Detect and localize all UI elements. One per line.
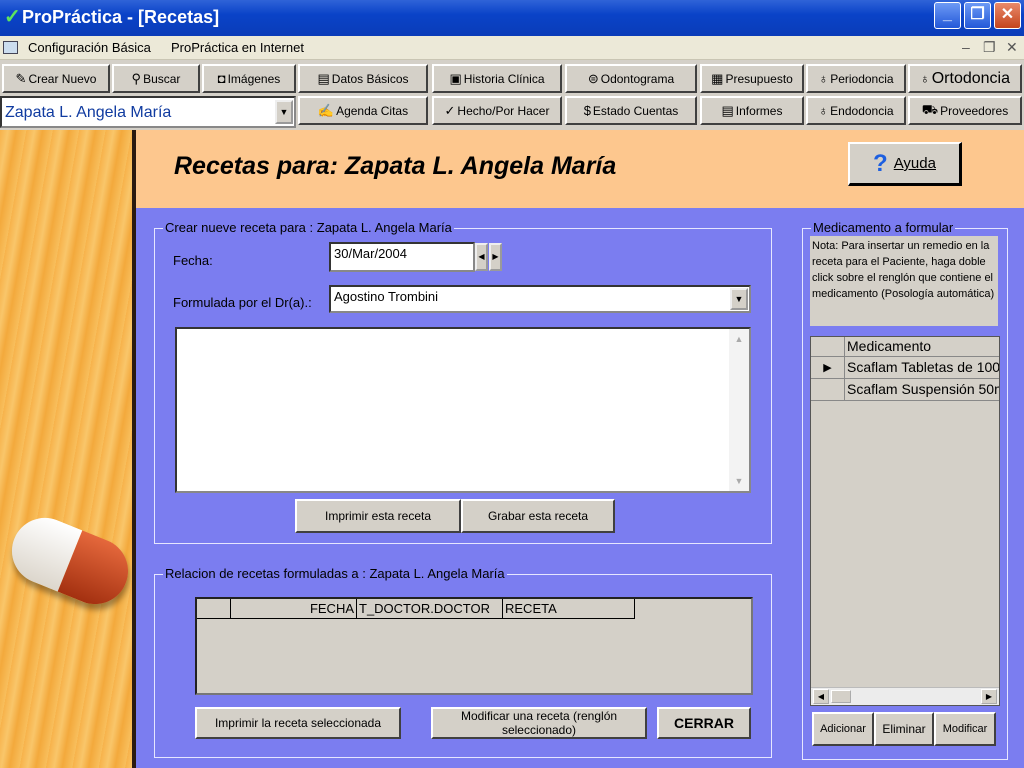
fecha-label: Fecha: xyxy=(173,253,213,268)
title-bar: ✓ ProPráctica - [Recetas] _ ❐ ✕ xyxy=(0,0,1024,36)
new-icon: ✎ xyxy=(15,70,27,86)
toolbar-proveedores[interactable]: ⛟ Proveedores xyxy=(908,96,1022,125)
help-button-label: Ayuda xyxy=(893,155,936,172)
menu-internet[interactable]: ProPráctica en Internet xyxy=(171,40,304,55)
modify-medication-button[interactable]: Modificar xyxy=(934,712,996,746)
column-fecha[interactable]: FECHA xyxy=(231,599,357,619)
mdi-minimize-icon[interactable]: – xyxy=(962,39,970,55)
close-form-button[interactable]: CERRAR xyxy=(657,707,751,739)
binoculars-icon: ⚲ xyxy=(131,70,142,86)
toolbar-estado-cuentas[interactable]: $ Estado Cuentas xyxy=(565,96,697,125)
pill-icon xyxy=(2,507,138,615)
menu-bar: Configuración Básica ProPráctica en Inte… xyxy=(0,36,1024,60)
app-check-icon: ✓ xyxy=(4,6,21,28)
delete-medication-button[interactable]: Eliminar xyxy=(874,712,934,746)
id-card-icon: ▤ xyxy=(317,70,330,86)
medication-header-row: Medicamento xyxy=(811,337,999,357)
odontogram-icon: ⊜ xyxy=(587,70,599,86)
recipe-text-area[interactable]: ▲ ▼ xyxy=(175,327,751,493)
agenda-icon: ✍ xyxy=(317,102,335,118)
recipes-list-group: Relacion de recetas formuladas a : Zapat… xyxy=(154,566,772,758)
scroll-right-icon[interactable]: ▶ xyxy=(981,689,997,704)
close-button[interactable]: ✕ xyxy=(994,2,1021,29)
patient-select[interactable]: Zapata L. Angela María ▼ xyxy=(0,96,296,128)
toolbar-datos-basicos[interactable]: ▤ Datos Básicos xyxy=(298,64,428,93)
minimize-button[interactable]: _ xyxy=(934,2,961,29)
truck-icon: ⛟ xyxy=(921,101,939,117)
modify-recipe-button[interactable]: Modificar una receta (renglón selecciona… xyxy=(431,707,647,739)
recipes-table[interactable]: FECHA T_DOCTOR.DOCTOR RECETA xyxy=(195,597,753,695)
toolbar-agenda-citas[interactable]: ✍ Agenda Citas xyxy=(298,96,428,125)
current-row-icon: ▶ xyxy=(811,357,845,379)
calculator-icon: ▦ xyxy=(711,70,724,86)
toolbar-crear-nuevo[interactable]: ✎ Crear Nuevo xyxy=(2,64,110,93)
list-item[interactable]: ▶ Scaflam Tabletas de 100 xyxy=(811,357,999,379)
medication-hscrollbar[interactable]: ◀ ▶ xyxy=(811,687,999,705)
toolbar-hecho-por-hacer[interactable]: ✓ Hecho/Por Hacer xyxy=(432,96,562,125)
mdi-restore-icon[interactable]: ❐ xyxy=(983,39,996,56)
date-next-icon[interactable]: ▶ xyxy=(489,243,502,271)
row-selector-header xyxy=(811,337,845,357)
doctor-label: Formulada por el Dr(a).: xyxy=(173,295,312,310)
left-decor-panel xyxy=(0,130,138,768)
toolbar-presupuesto[interactable]: ▦ Presupuesto xyxy=(700,64,804,93)
toolbar-ortodoncia[interactable]: ♁ Ortodoncia xyxy=(908,64,1022,93)
recipes-list-legend: Relacion de recetas formuladas a : Zapat… xyxy=(163,566,507,581)
toolbar-endodoncia[interactable]: ♁ Endodoncia xyxy=(806,96,906,125)
check-icon: ✓ xyxy=(444,102,456,118)
toolbar-buscar[interactable]: ⚲ Buscar xyxy=(112,64,200,93)
tooth-icon: ♁ xyxy=(919,71,930,86)
medication-legend: Medicamento a formular xyxy=(811,220,956,235)
tooth-icon: ♁ xyxy=(818,103,829,118)
tooth-icon: ♁ xyxy=(818,71,829,86)
medication-table[interactable]: Medicamento ▶ Scaflam Tabletas de 100 Sc… xyxy=(810,336,1000,706)
help-button[interactable]: ? Ayuda xyxy=(848,142,962,186)
create-recipe-group: Crear nueve receta para : Zapata L. Ange… xyxy=(154,220,772,544)
scroll-up-icon[interactable]: ▲ xyxy=(731,331,747,347)
menu-configuracion[interactable]: Configuración Básica xyxy=(28,40,151,55)
fecha-field[interactable]: 30/Mar/2004 xyxy=(329,242,475,272)
money-icon: $ xyxy=(583,103,591,118)
print-recipe-button[interactable]: Imprimir esta receta xyxy=(295,499,461,533)
table-row-selector-header xyxy=(197,599,231,619)
recipe-scrollbar[interactable]: ▲ ▼ xyxy=(729,329,749,491)
toolbar-periodoncia[interactable]: ♁ Periodoncia xyxy=(806,64,906,93)
date-prev-icon[interactable]: ◀ xyxy=(475,243,488,271)
column-doctor[interactable]: T_DOCTOR.DOCTOR xyxy=(357,599,503,619)
scroll-down-icon[interactable]: ▼ xyxy=(731,473,747,489)
print-selected-button[interactable]: Imprimir la receta seleccionada xyxy=(195,707,401,739)
app-menu-icon[interactable] xyxy=(3,41,18,54)
row-selector xyxy=(811,379,845,401)
save-recipe-button[interactable]: Grabar esta receta xyxy=(461,499,615,533)
toolbar-odontograma[interactable]: ⊜ Odontograma xyxy=(565,64,697,93)
column-receta[interactable]: RECETA xyxy=(503,599,635,619)
toolbar-historia-clinica[interactable]: ▣ Historia Clínica xyxy=(432,64,562,93)
toolbar-imagenes[interactable]: ◘ Imágenes xyxy=(202,64,296,93)
patient-select-value: Zapata L. Angela María xyxy=(5,104,172,121)
scroll-thumb[interactable] xyxy=(831,690,851,703)
chevron-down-icon[interactable]: ▼ xyxy=(275,100,293,124)
create-recipe-legend: Crear nueve receta para : Zapata L. Ange… xyxy=(163,220,454,235)
restore-button[interactable]: ❐ xyxy=(964,2,991,29)
page-title: Recetas para: Zapata L. Angela María xyxy=(174,152,617,180)
list-item[interactable]: Scaflam Suspensión 50m xyxy=(811,379,999,401)
printer-icon: ▣ xyxy=(449,70,462,86)
question-icon: ? xyxy=(873,149,888,177)
mdi-close-icon[interactable]: ✕ xyxy=(1006,39,1018,56)
medication-note: Nota: Para insertar un remedio en la rec… xyxy=(810,236,998,326)
toolbar-informes[interactable]: ▤ Informes xyxy=(700,96,804,125)
form-header: Recetas para: Zapata L. Angela María ? A… xyxy=(136,130,1024,208)
scroll-left-icon[interactable]: ◀ xyxy=(813,689,829,704)
camera-icon: ◘ xyxy=(217,71,226,86)
add-medication-button[interactable]: Adicionar xyxy=(812,712,874,746)
report-icon: ▤ xyxy=(721,102,734,118)
column-medicamento[interactable]: Medicamento xyxy=(847,338,931,354)
chevron-down-icon[interactable]: ▼ xyxy=(730,288,748,310)
window-title: ProPráctica - [Recetas] xyxy=(22,7,220,27)
doctor-select[interactable]: Agostino Trombini ▼ xyxy=(329,285,751,313)
